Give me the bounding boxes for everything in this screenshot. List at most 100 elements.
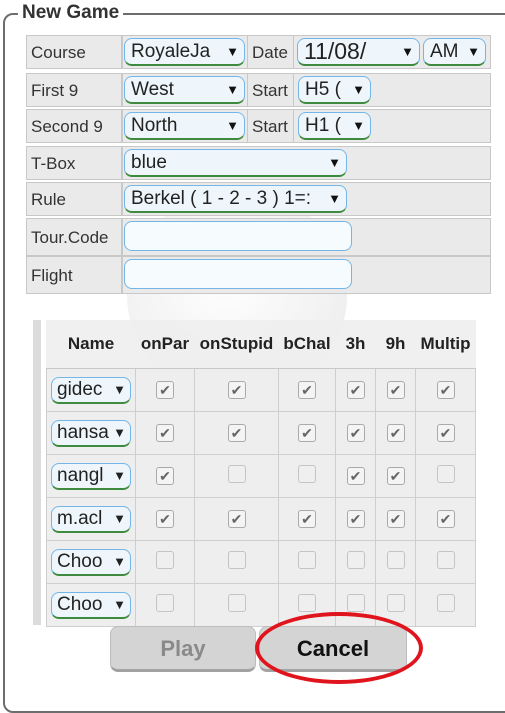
unchecked-checkbox[interactable] bbox=[436, 464, 455, 483]
option-cell bbox=[135, 583, 195, 627]
player-select[interactable]: gidec ▼ bbox=[51, 376, 131, 404]
checked-checkbox[interactable]: ✔ bbox=[386, 509, 405, 528]
unchecked-checkbox[interactable] bbox=[386, 593, 405, 612]
player-name-cell: gidec ▼ bbox=[46, 368, 136, 412]
dropdown-arrow-icon: ▼ bbox=[113, 510, 126, 526]
unchecked-checkbox[interactable] bbox=[436, 593, 455, 612]
player-select[interactable]: m.acl ▼ bbox=[51, 505, 131, 533]
checked-checkbox[interactable]: ✔ bbox=[346, 509, 365, 528]
checked-checkbox[interactable]: ✔ bbox=[386, 466, 405, 485]
checkmark-icon: ✔ bbox=[159, 381, 171, 398]
dropdown-arrow-icon: ▼ bbox=[352, 118, 365, 133]
player-row: hansa ▼ ✔ ✔ ✔ ✔ ✔ ✔ bbox=[46, 411, 476, 455]
flight-row: Flight bbox=[26, 256, 491, 294]
checkmark-icon: ✔ bbox=[230, 510, 243, 527]
player-select[interactable]: Choo ▼ bbox=[51, 591, 131, 619]
checked-checkbox[interactable]: ✔ bbox=[346, 380, 365, 399]
first9-select[interactable]: West ▼ bbox=[124, 76, 245, 104]
player-select-value: hansa bbox=[57, 421, 109, 443]
unchecked-checkbox[interactable] bbox=[298, 464, 316, 483]
tbox-select[interactable]: blue ▼ bbox=[124, 149, 347, 177]
unchecked-checkbox[interactable] bbox=[227, 593, 246, 612]
first9-select-value: West bbox=[131, 79, 174, 100]
start2-select[interactable]: H1 ( ▼ bbox=[298, 112, 371, 140]
unchecked-checkbox[interactable] bbox=[156, 550, 174, 569]
checkmark-icon: ✔ bbox=[439, 510, 452, 527]
second9-select[interactable]: North ▼ bbox=[124, 112, 245, 140]
option-cell: ✔ bbox=[415, 497, 476, 541]
date-select[interactable]: 11/08/ ▼ bbox=[297, 38, 420, 66]
highlight-circle-annotation bbox=[255, 612, 423, 684]
checked-checkbox[interactable]: ✔ bbox=[298, 380, 316, 399]
option-cell: ✔ bbox=[415, 368, 476, 412]
col-header-onpar: onPar bbox=[135, 320, 195, 369]
option-cell bbox=[194, 583, 279, 627]
player-row: Choo ▼ bbox=[46, 583, 476, 627]
option-cell: ✔ bbox=[375, 411, 416, 455]
checked-checkbox[interactable]: ✔ bbox=[298, 423, 316, 442]
course-select[interactable]: RoyaleJa ▼ bbox=[124, 38, 245, 66]
player-name-cell: Choo ▼ bbox=[46, 583, 136, 627]
dropdown-arrow-icon: ▼ bbox=[226, 118, 239, 133]
option-cell bbox=[375, 540, 416, 584]
option-cell: ✔ bbox=[194, 368, 279, 412]
unchecked-checkbox[interactable] bbox=[156, 593, 174, 612]
ampm-select[interactable]: AM ▼ bbox=[423, 38, 486, 66]
checked-checkbox[interactable]: ✔ bbox=[156, 423, 174, 442]
players-body: gidec ▼ ✔ ✔ ✔ ✔ ✔ ✔ hansa ▼ ✔ ✔ ✔ ✔ ✔ ✔ nangl ▼ ✔ ✔ ✔ m.acl ▼ ✔… bbox=[46, 368, 476, 627]
checked-checkbox[interactable]: ✔ bbox=[227, 380, 246, 399]
dropdown-arrow-icon: ▼ bbox=[113, 424, 126, 440]
checkmark-icon: ✔ bbox=[439, 381, 452, 398]
player-row: m.acl ▼ ✔ ✔ ✔ ✔ ✔ ✔ bbox=[46, 497, 476, 541]
unchecked-checkbox[interactable] bbox=[227, 464, 246, 483]
player-select-value: Choo bbox=[57, 550, 103, 572]
checked-checkbox[interactable]: ✔ bbox=[436, 380, 455, 399]
checked-checkbox[interactable]: ✔ bbox=[156, 509, 174, 528]
play-button[interactable]: Play bbox=[110, 626, 256, 672]
checked-checkbox[interactable]: ✔ bbox=[386, 423, 405, 442]
checked-checkbox[interactable]: ✔ bbox=[156, 380, 174, 399]
player-select[interactable]: nangl ▼ bbox=[51, 462, 131, 490]
unchecked-checkbox[interactable] bbox=[386, 550, 405, 569]
rule-select[interactable]: Berkel ( 1 - 2 - 3 ) 1=: ▼ bbox=[124, 185, 347, 213]
player-select[interactable]: hansa ▼ bbox=[51, 419, 131, 447]
checked-checkbox[interactable]: ✔ bbox=[386, 380, 405, 399]
dialog-title: New Game bbox=[18, 2, 124, 24]
checked-checkbox[interactable]: ✔ bbox=[346, 466, 365, 485]
option-cell: ✔ bbox=[194, 411, 279, 455]
col-header-name: Name bbox=[46, 320, 136, 369]
unchecked-checkbox[interactable] bbox=[346, 593, 365, 612]
dropdown-arrow-icon: ▼ bbox=[226, 82, 239, 97]
unchecked-checkbox[interactable] bbox=[298, 593, 316, 612]
checked-checkbox[interactable]: ✔ bbox=[436, 509, 455, 528]
unchecked-checkbox[interactable] bbox=[346, 550, 365, 569]
start2-label: Start bbox=[247, 109, 294, 143]
player-select[interactable]: Choo ▼ bbox=[51, 548, 131, 576]
dropdown-arrow-icon: ▼ bbox=[113, 467, 126, 483]
option-cell: ✔ bbox=[135, 411, 195, 455]
checkmark-icon: ✔ bbox=[230, 424, 243, 441]
checked-checkbox[interactable]: ✔ bbox=[298, 509, 316, 528]
checked-checkbox[interactable]: ✔ bbox=[436, 423, 455, 442]
checked-checkbox[interactable]: ✔ bbox=[227, 509, 246, 528]
flight-input[interactable] bbox=[124, 259, 352, 289]
option-cell: ✔ bbox=[335, 454, 376, 498]
checked-checkbox[interactable]: ✔ bbox=[227, 423, 246, 442]
option-cell: ✔ bbox=[375, 368, 416, 412]
tbox-row: T-Box blue ▼ bbox=[26, 146, 491, 180]
tourcode-input[interactable] bbox=[124, 221, 352, 251]
checkmark-icon: ✔ bbox=[349, 424, 362, 441]
checked-checkbox[interactable]: ✔ bbox=[156, 466, 174, 485]
option-cell: ✔ bbox=[278, 411, 336, 455]
dropdown-arrow-icon: ▼ bbox=[352, 82, 365, 97]
unchecked-checkbox[interactable] bbox=[298, 550, 316, 569]
second9-select-value: North bbox=[131, 115, 178, 136]
unchecked-checkbox[interactable] bbox=[436, 550, 455, 569]
checked-checkbox[interactable]: ✔ bbox=[346, 423, 365, 442]
start1-select[interactable]: H5 ( ▼ bbox=[298, 76, 371, 104]
player-name-cell: Choo ▼ bbox=[46, 540, 136, 584]
flight-label: Flight bbox=[26, 256, 122, 294]
grid-left-border bbox=[33, 320, 41, 625]
checkmark-icon: ✔ bbox=[301, 510, 313, 527]
unchecked-checkbox[interactable] bbox=[227, 550, 246, 569]
